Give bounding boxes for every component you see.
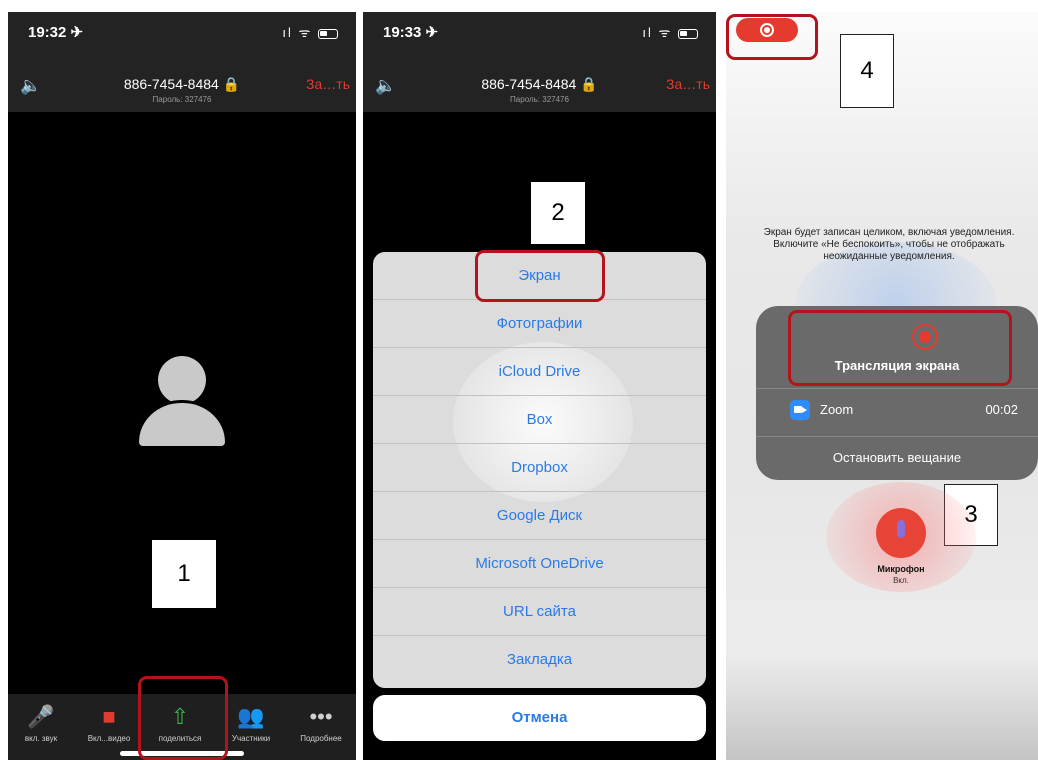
step-number-2: 2 bbox=[531, 182, 585, 244]
share-option-onedrive[interactable]: Microsoft OneDrive bbox=[373, 540, 706, 588]
step-number-1: 1 bbox=[152, 540, 216, 608]
signal-wifi-icon: ıl ᯤ bbox=[642, 25, 673, 40]
recording-notice: Экран будет записан целиком, включая уве… bbox=[763, 227, 1015, 262]
meeting-id: 886-7454-8484 🔒 bbox=[481, 76, 598, 92]
broadcast-picker-screen: 4 Экран будет записан целиком, включая у… bbox=[726, 12, 1038, 760]
divider bbox=[756, 436, 1038, 437]
status-time: 19:32 ✈ bbox=[28, 24, 84, 41]
avatar bbox=[135, 356, 229, 446]
step-number-4: 4 bbox=[840, 34, 894, 108]
broadcast-elapsed-time: 00:02 bbox=[985, 402, 1018, 417]
share-option-photos[interactable]: Фотографии bbox=[373, 300, 706, 348]
share-option-url[interactable]: URL сайта bbox=[373, 588, 706, 636]
meeting-info: 886-7454-8484 🔒 Пароль: 327476 bbox=[363, 76, 716, 104]
tutorial-collage: 19:32 ✈ ıl ᯤ 🔈 886-7454-8484 🔒 Пароль: 3… bbox=[0, 0, 1038, 760]
mic-muted-icon: 🎤 bbox=[27, 704, 55, 729]
share-option-dropbox[interactable]: Dropbox bbox=[373, 444, 706, 492]
meeting-header: 19:32 ✈ ıl ᯤ 🔈 886-7454-8484 🔒 Пароль: 3… bbox=[8, 12, 356, 112]
end-meeting-button[interactable]: За…ть bbox=[666, 76, 710, 92]
battery-icon bbox=[318, 28, 338, 39]
highlight-share-button bbox=[138, 676, 228, 760]
share-option-google-drive[interactable]: Google Диск bbox=[373, 492, 706, 540]
status-icons: ıl ᯤ bbox=[642, 23, 698, 41]
signal-wifi-icon: ıl ᯤ bbox=[282, 25, 313, 40]
meeting-id: 886-7454-8484 🔒 bbox=[123, 76, 241, 92]
toolbar-video-button[interactable]: ■ Вкл...видео bbox=[76, 702, 142, 743]
meeting-password: Пароль: 327476 bbox=[152, 95, 212, 104]
zoom-meeting-screen: 19:32 ✈ ıl ᯤ 🔈 886-7454-8484 🔒 Пароль: 3… bbox=[8, 12, 356, 760]
end-meeting-button[interactable]: За…ть bbox=[306, 76, 350, 92]
cancel-button[interactable]: Отмена bbox=[373, 695, 706, 741]
microphone-icon bbox=[897, 520, 905, 538]
highlight-screen-option bbox=[475, 250, 605, 302]
microphone-label: Микрофон bbox=[877, 564, 925, 574]
status-icons: ıl ᯤ bbox=[282, 23, 338, 41]
highlight-recording-indicator bbox=[726, 14, 818, 60]
highlight-broadcast-button bbox=[788, 310, 1012, 386]
toolbar-label: Вкл...видео bbox=[87, 734, 131, 743]
stop-broadcast-button[interactable]: Остановить вещание bbox=[756, 450, 1038, 465]
share-option-bookmark[interactable]: Закладка bbox=[373, 636, 706, 684]
bottom-fade bbox=[726, 652, 1038, 760]
avatar-head bbox=[158, 356, 206, 404]
broadcast-app-name[interactable]: Zoom bbox=[820, 402, 853, 417]
share-menu-screen: 19:33 ✈ ıl ᯤ 🔈 886-7454-8484 🔒 Пароль: 3… bbox=[363, 12, 716, 760]
microphone-state: Вкл. bbox=[893, 576, 909, 585]
status-time: 19:33 ✈ bbox=[383, 24, 439, 41]
video-off-icon: ■ bbox=[102, 704, 116, 729]
more-icon: ••• bbox=[309, 704, 333, 729]
battery-icon bbox=[678, 28, 698, 39]
share-option-box[interactable]: Box bbox=[373, 396, 706, 444]
meeting-header: 19:33 ✈ ıl ᯤ 🔈 886-7454-8484 🔒 Пароль: 3… bbox=[363, 12, 716, 112]
microphone-toggle[interactable] bbox=[876, 508, 926, 558]
share-option-icloud[interactable]: iCloud Drive bbox=[373, 348, 706, 396]
share-action-sheet: Экран Фотографии iCloud Drive Box Dropbo… bbox=[373, 252, 706, 688]
avatar-body bbox=[139, 400, 225, 446]
toolbar-label: вкл. звук bbox=[24, 734, 58, 743]
meeting-password: Пароль: 327476 bbox=[510, 95, 569, 104]
toolbar-more-button[interactable]: ••• Подробнее bbox=[288, 702, 354, 743]
zoom-app-icon bbox=[790, 400, 810, 420]
toolbar-mute-button[interactable]: 🎤 вкл. звук bbox=[8, 702, 74, 743]
divider bbox=[756, 388, 1038, 389]
toolbar-label: Подробнее bbox=[300, 734, 342, 743]
meeting-info: 886-7454-8484 🔒 Пароль: 327476 bbox=[8, 76, 356, 104]
